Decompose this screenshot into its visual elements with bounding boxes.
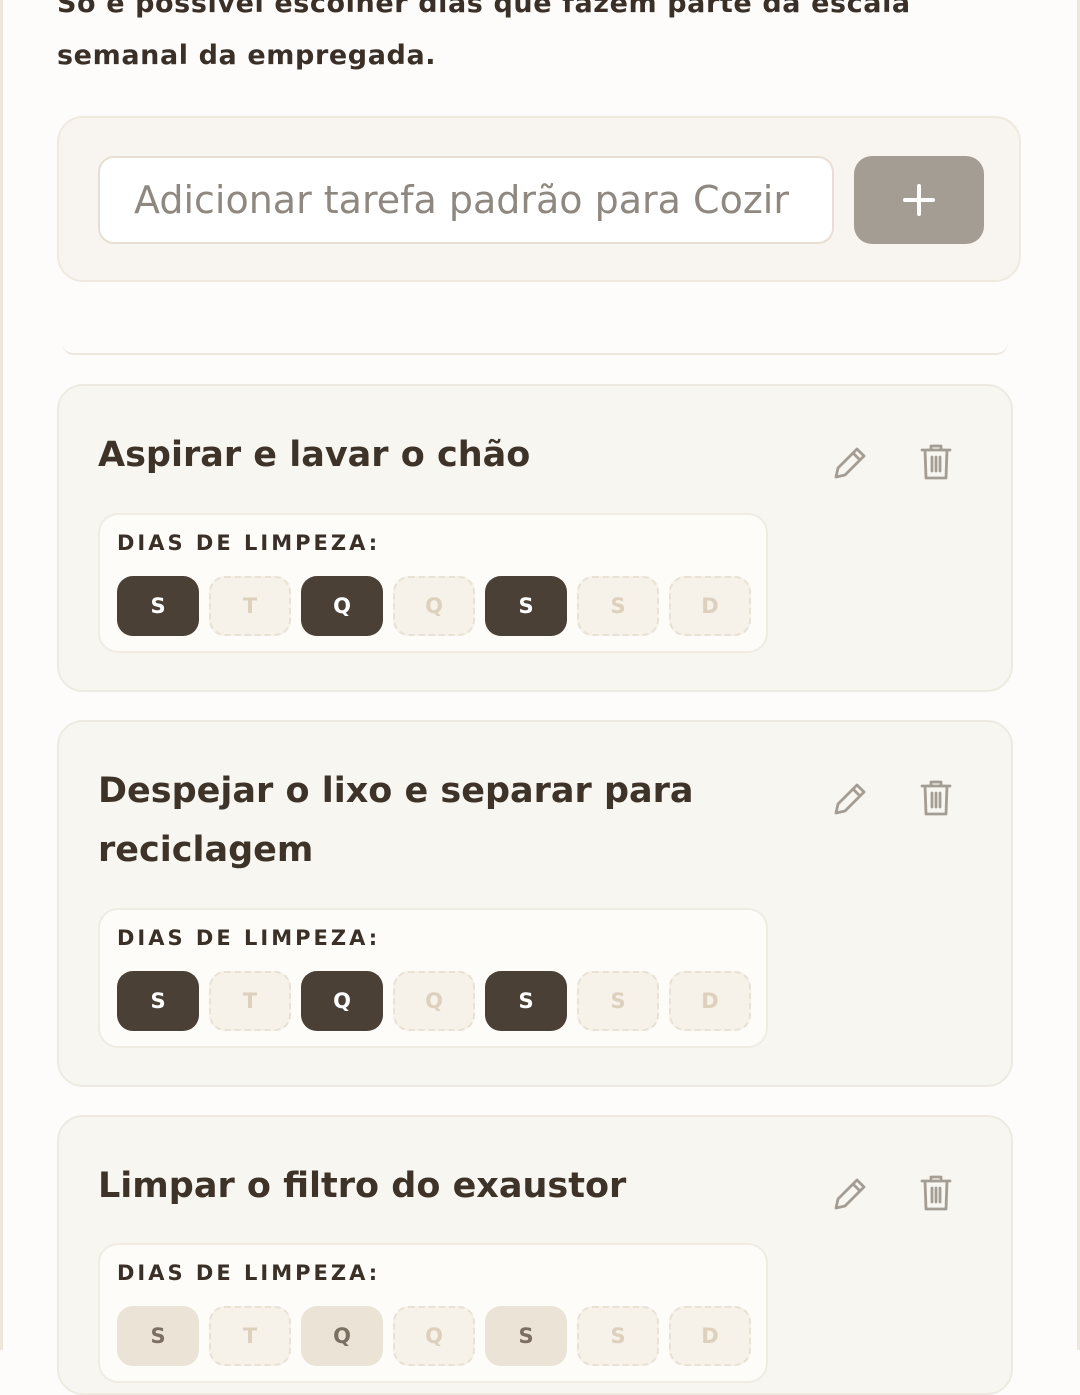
delete-button[interactable] [912,438,960,486]
pencil-icon [834,1178,866,1210]
day-toggle-tuesday: T [209,576,291,636]
edit-button[interactable] [826,438,874,486]
left-edge [0,0,3,1350]
edit-button[interactable] [826,774,874,822]
add-task-panel [57,116,1021,282]
day-toggle-thursday: Q [393,576,475,636]
day-toggle-friday[interactable]: S [485,1306,567,1366]
day-toggle-monday[interactable]: S [117,1306,199,1366]
cleaning-days-panel: DIAS DE LIMPEZA: S T Q Q S S D [98,908,768,1048]
schedule-note: Só é possível escolher dias que fazem pa… [57,0,911,71]
day-toggle-thursday: Q [393,971,475,1031]
day-toggle-sunday: D [669,576,751,636]
day-selector: S T Q Q S S D [117,1306,757,1366]
day-selector: S T Q Q S S D [117,971,757,1031]
cleaning-days-label: DIAS DE LIMPEZA: [117,531,381,555]
cleaning-days-label: DIAS DE LIMPEZA: [117,926,381,950]
day-toggle-saturday: S [577,971,659,1031]
day-toggle-wednesday[interactable]: Q [301,1306,383,1366]
day-toggle-thursday: Q [393,1306,475,1366]
task-title: Aspirar e lavar o chão [98,435,531,475]
trash-icon [920,444,952,480]
day-toggle-monday[interactable]: S [117,971,199,1031]
delete-button[interactable] [912,774,960,822]
task-card: Limpar o filtro do exaustor DIAS DE LIMP… [57,1115,1013,1395]
day-toggle-wednesday[interactable]: Q [301,971,383,1031]
task-title: Despejar o lixo e separar para reciclage… [98,771,694,870]
cleaning-days-panel: DIAS DE LIMPEZA: S T Q Q S S D [98,1243,768,1383]
trash-icon [920,780,952,816]
section-divider [62,343,1008,355]
day-toggle-sunday: D [669,1306,751,1366]
day-selector: S T Q Q S S D [117,576,757,636]
day-toggle-tuesday: T [209,971,291,1031]
task-card: Despejar o lixo e separar para reciclage… [57,720,1013,1087]
cleaning-days-panel: DIAS DE LIMPEZA: S T Q Q S S D [98,513,768,653]
day-toggle-tuesday: T [209,1306,291,1366]
plus-icon [903,184,935,216]
add-task-button[interactable] [854,156,984,244]
add-task-input[interactable] [98,156,834,244]
cleaning-days-label: DIAS DE LIMPEZA: [117,1261,381,1285]
pencil-icon [834,447,866,479]
pencil-icon [834,783,866,815]
edit-button[interactable] [826,1169,874,1217]
day-toggle-wednesday[interactable]: Q [301,576,383,636]
day-toggle-friday[interactable]: S [485,576,567,636]
trash-icon [920,1175,952,1211]
day-toggle-friday[interactable]: S [485,971,567,1031]
day-toggle-saturday: S [577,576,659,636]
day-toggle-monday[interactable]: S [117,576,199,636]
task-title: Limpar o filtro do exaustor [98,1166,627,1206]
task-card: Aspirar e lavar o chão DIAS DE LIMPEZA: … [57,384,1013,692]
day-toggle-saturday: S [577,1306,659,1366]
day-toggle-sunday: D [669,971,751,1031]
delete-button[interactable] [912,1169,960,1217]
